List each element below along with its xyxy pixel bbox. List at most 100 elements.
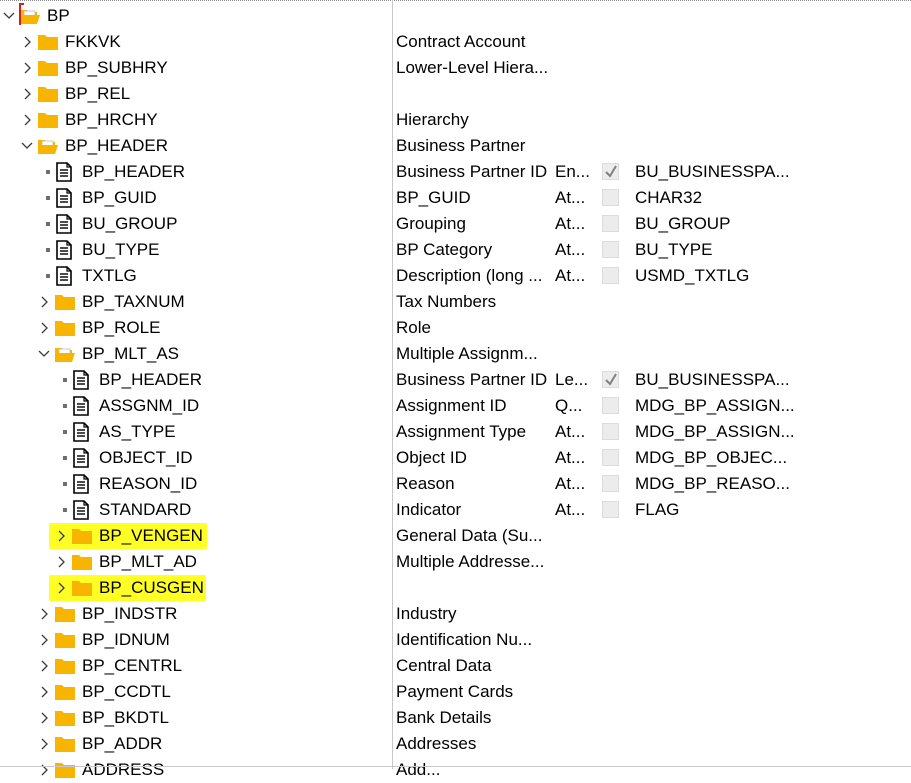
node-name[interactable]: AS_TYPE [99, 419, 176, 445]
collapse-chevron-icon[interactable] [21, 133, 35, 159]
tree-row[interactable]: BP_VENGEN General Data (Su... [0, 523, 911, 549]
node-name[interactable]: BP_INDSTR [82, 601, 177, 627]
node-name[interactable]: TXTLG [82, 263, 137, 289]
tree-row[interactable]: BP_MLT_AD Multiple Addresse... [0, 549, 911, 575]
node-name[interactable]: BP_GUID [82, 185, 157, 211]
node-name[interactable]: BP_CUSGEN [99, 575, 204, 601]
node-name[interactable]: BP_HEADER [82, 159, 185, 185]
node-name[interactable]: BP_MLT_AD [99, 549, 197, 575]
tree-row[interactable]: BP_REL [0, 81, 911, 107]
key-checkbox[interactable] [602, 189, 619, 206]
tree-row[interactable]: TXTLG Description (long ... At... USMD_TXTL… [0, 263, 911, 289]
node-name[interactable]: BP_HEADER [99, 367, 202, 393]
tree-row[interactable]: BP_HEADER Business Partner [0, 133, 911, 159]
node-name[interactable]: BP_REL [65, 81, 130, 107]
expand-chevron-icon[interactable] [38, 627, 52, 653]
expand-chevron-icon[interactable] [55, 523, 69, 549]
expand-chevron-icon[interactable] [21, 81, 35, 107]
node-name[interactable]: BP_CENTRL [82, 653, 182, 679]
node-name[interactable]: ASSGNM_ID [99, 393, 199, 419]
node-name[interactable]: OBJECT_ID [99, 445, 193, 471]
key-checkbox[interactable] [602, 215, 619, 232]
expand-chevron-icon[interactable] [38, 601, 52, 627]
expand-chevron-icon[interactable] [38, 679, 52, 705]
expand-chevron-icon[interactable] [38, 731, 52, 757]
tree-row[interactable]: BP_INDSTR Industry [0, 601, 911, 627]
key-checkbox[interactable] [602, 449, 619, 466]
key-checkbox[interactable] [602, 371, 619, 388]
node-name[interactable]: REASON_ID [99, 471, 197, 497]
node-data-type: BU_TYPE [635, 240, 713, 259]
expand-chevron-icon[interactable] [55, 549, 69, 575]
tree-row[interactable]: BP_BKDTL Bank Details [0, 705, 911, 731]
node-description: BP_GUID [396, 188, 471, 207]
tree-row[interactable]: BP_ROLE Role [0, 315, 911, 341]
node-name[interactable]: BU_TYPE [82, 237, 159, 263]
document-icon [54, 237, 76, 263]
tree-row[interactable]: BP_TAXNUM Tax Numbers [0, 289, 911, 315]
tree-row[interactable]: BP_CUSGEN [0, 575, 911, 601]
key-checkbox[interactable] [602, 163, 619, 180]
hierarchy-tree[interactable]: BP FKKVK Contract Account BP_SUBHRY Lower-Le… [0, 3, 911, 783]
tree-row[interactable]: BP_CENTRL Central Data [0, 653, 911, 679]
expand-chevron-icon[interactable] [21, 55, 35, 81]
key-checkbox[interactable] [602, 241, 619, 258]
node-name[interactable]: BP_ADDR [82, 731, 162, 757]
node-description: Payment Cards [396, 682, 514, 701]
tree-row[interactable]: BP_ADDR Addresses [0, 731, 911, 757]
node-name[interactable]: BP_ROLE [82, 315, 160, 341]
tree-row[interactable]: BP_HEADER Business Partner ID Le... BU_BUSI… [0, 367, 911, 393]
key-checkbox[interactable] [602, 397, 619, 414]
tree-row[interactable]: ASSGNM_ID Assignment ID Q... MDG_BP_ASSIGN.… [0, 393, 911, 419]
key-checkbox[interactable] [602, 501, 619, 518]
collapse-chevron-icon[interactable] [38, 341, 52, 367]
node-name[interactable]: BP [47, 3, 70, 29]
expand-chevron-icon[interactable] [55, 575, 69, 601]
expand-chevron-icon[interactable] [38, 705, 52, 731]
expand-chevron-icon[interactable] [21, 107, 35, 133]
leaf-bullet-icon [55, 445, 69, 471]
tree-row[interactable]: BP_IDNUM Identification Nu... [0, 627, 911, 653]
node-description: Lower-Level Hiera... [396, 58, 549, 77]
tree-row[interactable]: BP_CCDTL Payment Cards [0, 679, 911, 705]
node-name[interactable]: BP_TAXNUM [82, 289, 185, 315]
tree-row[interactable]: BP_GUID BP_GUID At... CHAR32 [0, 185, 911, 211]
expand-chevron-icon[interactable] [38, 757, 52, 783]
node-name[interactable]: BP_CCDTL [82, 679, 171, 705]
tree-row[interactable]: BP_HEADER Business Partner ID En... BU_BUSI… [0, 159, 911, 185]
tree-row[interactable]: BU_TYPE BP Category At... BU_TYPE [0, 237, 911, 263]
key-checkbox[interactable] [602, 267, 619, 284]
expand-chevron-icon[interactable] [38, 653, 52, 679]
node-name[interactable]: BP_MLT_AS [82, 341, 179, 367]
tree-row[interactable]: OBJECT_ID Object ID At... MDG_BP_OBJEC... [0, 445, 911, 471]
tree-row[interactable]: REASON_ID Reason At... MDG_BP_REASO... [0, 471, 911, 497]
tree-row[interactable]: BU_GROUP Grouping At... BU_GROUP [0, 211, 911, 237]
tree-row[interactable]: ADDRESS Add... [0, 757, 911, 783]
tree-row[interactable]: BP [0, 3, 911, 29]
node-name[interactable]: BP_HRCHY [65, 107, 158, 133]
key-checkbox[interactable] [602, 423, 619, 440]
expand-chevron-icon[interactable] [21, 29, 35, 55]
node-name[interactable]: BP_BKDTL [82, 705, 169, 731]
collapse-chevron-icon[interactable] [3, 3, 17, 29]
node-name[interactable]: BP_SUBHRY [65, 55, 168, 81]
node-name[interactable]: STANDARD [99, 497, 191, 523]
node-attribute: At... [555, 422, 586, 441]
expand-chevron-icon[interactable] [38, 315, 52, 341]
key-checkbox[interactable] [602, 475, 619, 492]
node-name[interactable]: BP_VENGEN [99, 523, 203, 549]
tree-row[interactable]: BP_SUBHRY Lower-Level Hiera... [0, 55, 911, 81]
node-name[interactable]: BP_IDNUM [82, 627, 170, 653]
expand-chevron-icon[interactable] [38, 289, 52, 315]
node-name[interactable]: BP_HEADER [65, 133, 168, 159]
tree-row[interactable]: STANDARD Indicator At... FLAG [0, 497, 911, 523]
node-attribute: At... [555, 448, 586, 467]
node-name[interactable]: ADDRESS [82, 757, 164, 783]
tree-row[interactable]: FKKVK Contract Account [0, 29, 911, 55]
node-name[interactable]: BU_GROUP [82, 211, 177, 237]
tree-row[interactable]: BP_MLT_AS Multiple Assignm... [0, 341, 911, 367]
node-name[interactable]: FKKVK [65, 29, 121, 55]
folder-icon [54, 653, 76, 679]
tree-row[interactable]: AS_TYPE Assignment Type At... MDG_BP_ASSIGN… [0, 419, 911, 445]
tree-row[interactable]: BP_HRCHY Hierarchy [0, 107, 911, 133]
